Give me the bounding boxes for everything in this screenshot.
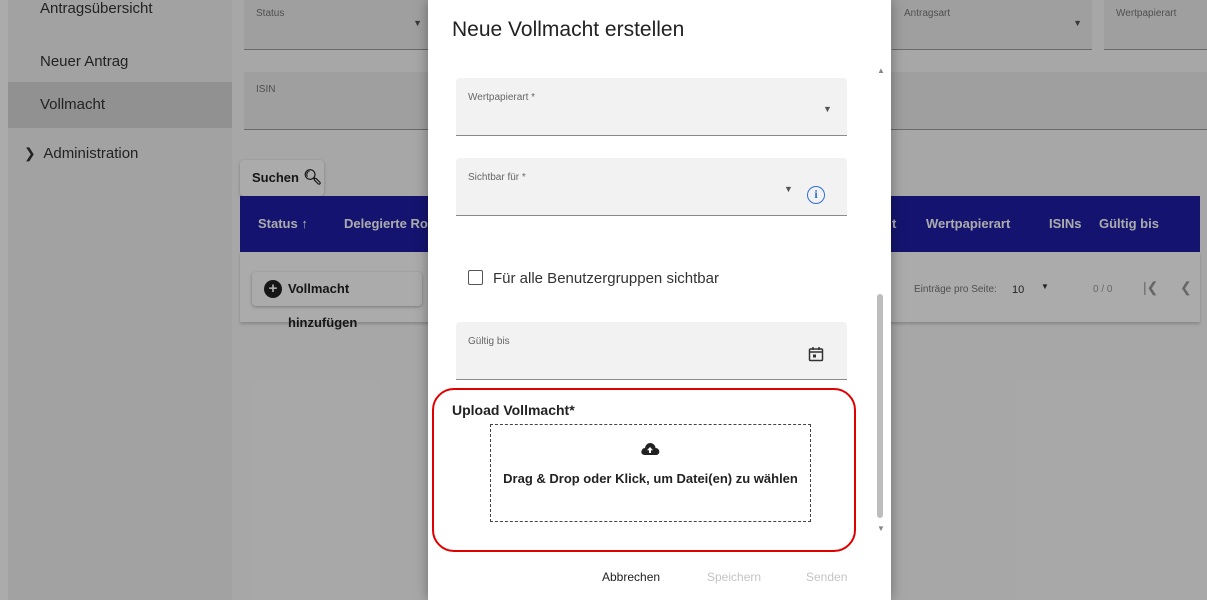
- info-icon[interactable]: i: [807, 186, 825, 204]
- cancel-button[interactable]: Abbrechen: [602, 570, 660, 584]
- wertpapierart-select[interactable]: Wertpapierart * ▼: [456, 78, 847, 136]
- sichtbar-fuer-select-label: Sichtbar für *: [468, 172, 526, 183]
- gueltig-bis-label: Gültig bis: [468, 336, 510, 347]
- new-vollmacht-dialog: Neue Vollmacht erstellen Wertpapierart *…: [428, 0, 891, 600]
- scroll-down-icon[interactable]: ▼: [877, 524, 885, 533]
- dialog-scrollbar[interactable]: ▲ ▼: [875, 66, 887, 550]
- send-button[interactable]: Senden: [806, 570, 847, 584]
- chevron-down-icon: ▼: [823, 104, 832, 114]
- save-button[interactable]: Speichern: [707, 570, 761, 584]
- calendar-icon[interactable]: [808, 346, 824, 362]
- scroll-up-icon[interactable]: ▲: [877, 66, 885, 75]
- dialog-title: Neue Vollmacht erstellen: [452, 18, 685, 41]
- checkbox-box[interactable]: [468, 270, 483, 285]
- highlight-annotation: [432, 388, 856, 552]
- wertpapierart-select-label: Wertpapierart *: [468, 92, 536, 103]
- gueltig-bis-date-field[interactable]: Gültig bis: [456, 322, 847, 380]
- sichtbar-fuer-select[interactable]: Sichtbar für * ▼ i: [456, 158, 847, 216]
- all-groups-visible-checkbox[interactable]: Für alle Benutzergruppen sichtbar: [468, 268, 719, 290]
- chevron-down-icon: ▼: [784, 184, 793, 194]
- scrollbar-thumb[interactable]: [877, 294, 883, 518]
- checkbox-label: Für alle Benutzergruppen sichtbar: [493, 270, 719, 287]
